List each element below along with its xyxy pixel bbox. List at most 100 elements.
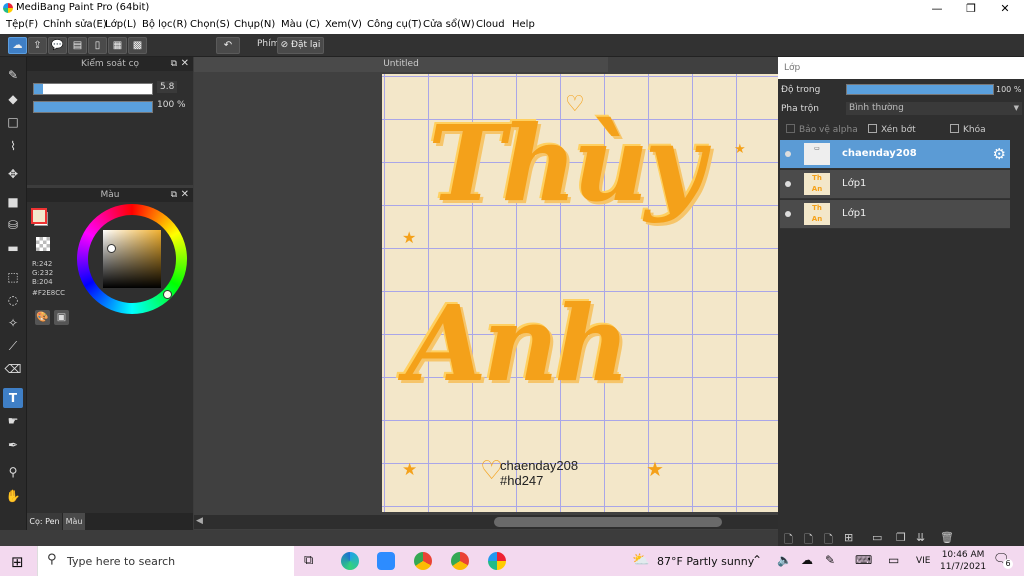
menu-color[interactable]: Màu (C) — [281, 19, 320, 30]
magic-wand-icon[interactable]: ✧ — [3, 313, 23, 333]
menu-help[interactable]: Help — [512, 19, 535, 30]
layer-opacity-slider[interactable] — [846, 84, 994, 95]
palette-manage-icon[interactable]: ▣ — [54, 310, 69, 325]
scrollbar-thumb[interactable] — [494, 517, 722, 527]
eraser-tool-icon[interactable]: ◆ — [3, 89, 23, 109]
cloud-icon[interactable]: ☁ — [8, 37, 27, 54]
grid-icon[interactable]: ▩ — [128, 37, 147, 54]
bucket-tool-icon[interactable]: ⛁ — [3, 215, 23, 235]
select-eraser-icon[interactable]: ⌫ — [3, 359, 23, 379]
document-tab[interactable]: Untitled — [194, 57, 608, 72]
menu-layer[interactable]: Lớp(L) — [105, 19, 136, 30]
menu-edit[interactable]: Chỉnh sửa(E) — [43, 19, 107, 30]
pen-tray-icon[interactable]: ✎ — [825, 553, 835, 567]
layer-row[interactable]: ▭ chaenday208 ⚙ — [780, 140, 1010, 169]
lock-checkbox[interactable]: Khóa — [950, 124, 986, 135]
menu-file[interactable]: Tệp(F) — [6, 19, 38, 30]
color-picker-handle[interactable] — [107, 244, 116, 253]
brush-size-slider[interactable] — [33, 83, 153, 95]
clock[interactable]: 10:46 AM 11/7/2021 — [940, 549, 986, 573]
layer-row[interactable]: Th An Lớp1 — [780, 200, 1010, 229]
hue-handle[interactable] — [163, 290, 172, 299]
minimize-button[interactable]: — — [920, 0, 954, 17]
transparent-swatch[interactable] — [36, 237, 50, 251]
layout-icon[interactable]: ▦ — [108, 37, 127, 54]
visibility-icon[interactable] — [785, 151, 791, 157]
select-rect-icon[interactable]: ⬚ — [3, 267, 23, 287]
undo-button[interactable]: ↶ — [216, 37, 240, 54]
menu-filter[interactable]: Bộ lọc(R) — [142, 19, 187, 30]
task-view-icon[interactable]: ⧉ — [304, 553, 313, 568]
horizontal-scrollbar[interactable]: ◀ — [194, 515, 778, 529]
hand-tool-icon[interactable]: ✋ — [3, 486, 23, 506]
lasso-icon[interactable]: ◌ — [3, 290, 23, 310]
pen-tool-icon[interactable]: ⌇ — [3, 136, 23, 156]
reset-button[interactable]: ⊘ Đặt lại — [277, 37, 324, 54]
language-indicator[interactable]: VIE — [916, 556, 931, 566]
scroll-left-icon[interactable]: ◀ — [196, 516, 203, 526]
add-layer-menu-icon[interactable]: ⊞ — [844, 531, 853, 544]
comment-icon[interactable]: 💬 — [48, 37, 67, 54]
chrome-icon[interactable] — [414, 552, 432, 570]
gear-icon[interactable]: ⚙ — [993, 145, 1006, 163]
page-icon[interactable]: ▯ — [88, 37, 107, 54]
brush-opacity-slider[interactable] — [33, 101, 153, 113]
delete-layer-icon[interactable]: 🗑 — [940, 531, 954, 544]
protect-alpha-checkbox[interactable]: Bảo vệ alpha — [786, 124, 858, 135]
zoom-icon[interactable] — [377, 552, 395, 570]
close-icon[interactable]: ✕ — [181, 57, 189, 71]
menu-tools[interactable]: Công cụ(T) — [367, 19, 422, 30]
share-icon[interactable]: ⇪ — [28, 37, 47, 54]
foreground-color-swatch[interactable] — [31, 208, 47, 224]
medibang-icon[interactable] — [488, 552, 506, 570]
window-title: MediBang Paint Pro (64bit) — [16, 2, 150, 13]
maximize-button[interactable]: ❐ — [954, 0, 988, 17]
gradient-tool-icon[interactable]: ▬ — [3, 238, 23, 258]
hue-wheel[interactable] — [77, 204, 187, 314]
menu-window[interactable]: Cửa sổ(W) — [423, 19, 475, 30]
popout-icon[interactable]: ⧉ — [171, 57, 177, 71]
menu-select[interactable]: Chọn(S) — [190, 19, 230, 30]
tab-color[interactable]: Màu — [63, 513, 85, 530]
eyedropper-icon[interactable]: ✒ — [3, 435, 23, 455]
pipette-icon[interactable]: ⚲ — [3, 462, 23, 482]
chat-icon[interactable]: ▤ — [68, 37, 87, 54]
layer-row[interactable]: Th An Lớp1 — [780, 170, 1010, 199]
edge-icon[interactable] — [341, 552, 359, 570]
volume-icon[interactable]: 🔈 — [777, 553, 792, 567]
taskbar-search[interactable]: ⚲ Type here to search — [37, 546, 294, 576]
folder-icon[interactable]: ▭ — [872, 531, 882, 544]
visibility-icon[interactable] — [785, 181, 791, 187]
artwork-text-line1: Thùy — [428, 102, 705, 225]
menu-cloud[interactable]: Cloud — [476, 19, 505, 30]
tab-brush[interactable]: Cọ: Pen — [27, 513, 62, 530]
search-placeholder: Type here to search — [67, 555, 176, 568]
rect-tool-icon[interactable]: □ — [3, 112, 23, 132]
duplicate-layer-icon[interactable]: ❐ — [896, 531, 906, 544]
merge-layer-icon[interactable]: ⇊ — [916, 531, 925, 544]
weather-text[interactable]: 87°F Partly sunny — [657, 555, 754, 568]
palette-icon[interactable]: 🎨 — [35, 310, 50, 325]
text-tool-icon[interactable]: T — [3, 388, 23, 408]
close-icon[interactable]: ✕ — [181, 188, 189, 202]
keyboard-icon[interactable]: ⌨ — [855, 553, 872, 567]
popout-icon[interactable]: ⧉ — [171, 188, 177, 202]
blend-mode-select[interactable]: Bình thường ▼ — [846, 102, 1022, 115]
visibility-icon[interactable] — [785, 211, 791, 217]
close-button[interactable]: ✕ — [988, 0, 1022, 17]
network-icon[interactable]: ▭ — [888, 553, 899, 567]
select-pen-icon[interactable]: ⟋ — [3, 336, 23, 356]
fill-rect-icon[interactable]: ■ — [3, 192, 23, 212]
brush-tool-icon[interactable]: ✎ — [3, 65, 23, 85]
menu-capture[interactable]: Chụp(N) — [234, 19, 275, 30]
menu-view[interactable]: Xem(V) — [325, 19, 362, 30]
windows-start-icon[interactable]: ⊞ — [11, 553, 24, 571]
chevron-up-icon[interactable]: ⌃ — [752, 553, 762, 567]
operation-tool-icon[interactable]: ☛ — [3, 411, 23, 431]
drawing-canvas[interactable]: Thùy Anh ♡ ♡ ★ ★ ★ ★ chaenday208 #hd247 — [382, 74, 778, 512]
clip-checkbox[interactable]: Xén bớt — [868, 124, 916, 135]
chrome-icon[interactable] — [451, 552, 469, 570]
saturation-square[interactable] — [103, 230, 161, 288]
move-tool-icon[interactable]: ✥ — [3, 164, 23, 184]
cloud-tray-icon[interactable]: ☁ — [801, 553, 813, 567]
